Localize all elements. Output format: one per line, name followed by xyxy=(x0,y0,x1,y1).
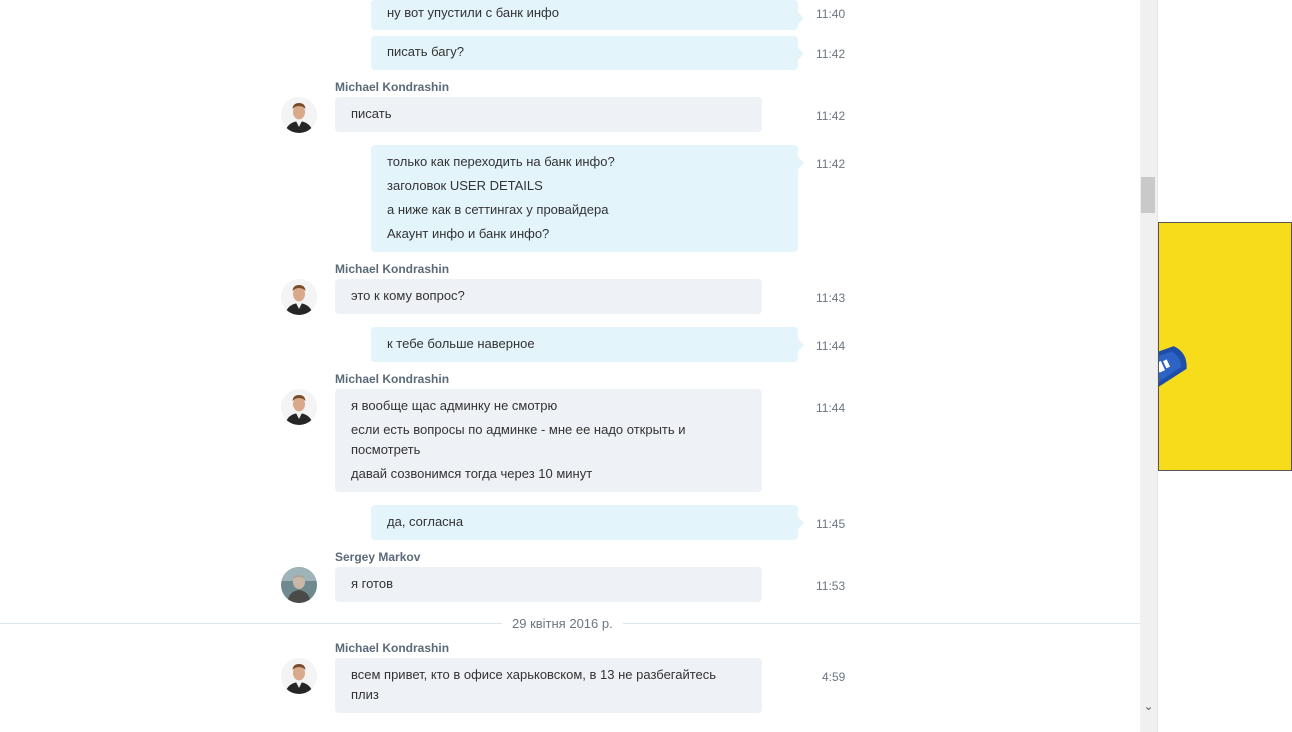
message-text: к тебе больше наверное xyxy=(387,336,535,351)
message-bubble-outgoing[interactable]: писать багу? xyxy=(371,36,804,70)
ad-banner[interactable] xyxy=(1158,222,1292,471)
chevron-down-icon[interactable]: ⌄ xyxy=(1140,698,1157,714)
user-avatar[interactable] xyxy=(281,279,317,315)
sender-name[interactable]: Michael Kondrashin xyxy=(335,262,449,276)
sender-name[interactable]: Michael Kondrashin xyxy=(335,80,449,94)
message-text: посмотреть xyxy=(351,442,421,457)
message-bubble-outgoing[interactable]: ну вот упустили с банк инфо xyxy=(371,0,804,30)
message-time: 11:44 xyxy=(816,401,846,415)
scrollbar-thumb[interactable] xyxy=(1141,177,1155,213)
message-time: 11:42 xyxy=(816,109,846,123)
message-time: 11:45 xyxy=(816,517,846,531)
ad-product-image xyxy=(1159,346,1187,393)
user-avatar[interactable] xyxy=(281,389,317,425)
message-time: 11:43 xyxy=(816,291,846,305)
date-separator: 29 квітня 2016 р. xyxy=(502,616,623,631)
message-time: 11:40 xyxy=(816,7,846,21)
sender-name[interactable]: Sergey Markov xyxy=(335,550,420,564)
message-bubble-incoming[interactable]: всем привет, кто в офисе харьковском, в … xyxy=(335,658,762,713)
message-bubble-incoming[interactable]: я готов xyxy=(335,567,762,602)
message-text: писать багу? xyxy=(387,44,464,59)
message-text: ну вот упустили с банк инфо xyxy=(387,5,559,20)
sender-name[interactable]: Michael Kondrashin xyxy=(335,372,449,386)
message-text: заголовок USER DETAILS xyxy=(387,178,543,193)
message-text: это к кому вопрос? xyxy=(351,288,465,303)
message-text: а ниже как в сеттингах у провайдера xyxy=(387,202,609,217)
message-time: 11:53 xyxy=(816,579,846,593)
user-avatar[interactable] xyxy=(281,658,317,694)
user-avatar[interactable] xyxy=(281,567,317,603)
message-time: 11:44 xyxy=(816,339,846,353)
message-time: 11:42 xyxy=(816,157,846,171)
message-text: Акаунт инфо и банк инфо? xyxy=(387,226,550,241)
user-avatar[interactable] xyxy=(281,97,317,133)
message-time: 4:59 xyxy=(822,670,846,684)
message-text: плиз xyxy=(351,687,379,702)
message-text: писать xyxy=(351,106,392,121)
message-bubble-outgoing[interactable]: только как переходить на банк инфо? заго… xyxy=(371,145,804,252)
message-bubble-outgoing[interactable]: к тебе больше наверное xyxy=(371,327,804,362)
vertical-scrollbar[interactable]: ⌄ xyxy=(1140,0,1157,732)
message-bubble-outgoing[interactable]: да, согласна xyxy=(371,505,804,540)
message-text: давай созвонимся тогда через 10 минут xyxy=(351,466,593,481)
message-time: 11:42 xyxy=(816,47,846,61)
message-text: да, согласна xyxy=(387,514,464,529)
chat-message-list[interactable]: ну вот упустили с банк инфо 11:40 писать… xyxy=(0,0,1140,732)
message-bubble-incoming[interactable]: это к кому вопрос? xyxy=(335,279,762,314)
message-text: я готов xyxy=(351,576,393,591)
message-text: всем привет, кто в офисе харьковском, в … xyxy=(351,667,717,682)
message-bubble-incoming[interactable]: я вообще щас админку не смотрю если есть… xyxy=(335,389,762,492)
message-bubble-incoming[interactable]: писать xyxy=(335,97,762,132)
sender-name[interactable]: Michael Kondrashin xyxy=(335,641,449,655)
message-text: только как переходить на банк инфо? xyxy=(387,154,615,169)
message-text: если есть вопросы по админке - мне ее на… xyxy=(351,422,686,437)
message-text: я вообще щас админку не смотрю xyxy=(351,398,558,413)
